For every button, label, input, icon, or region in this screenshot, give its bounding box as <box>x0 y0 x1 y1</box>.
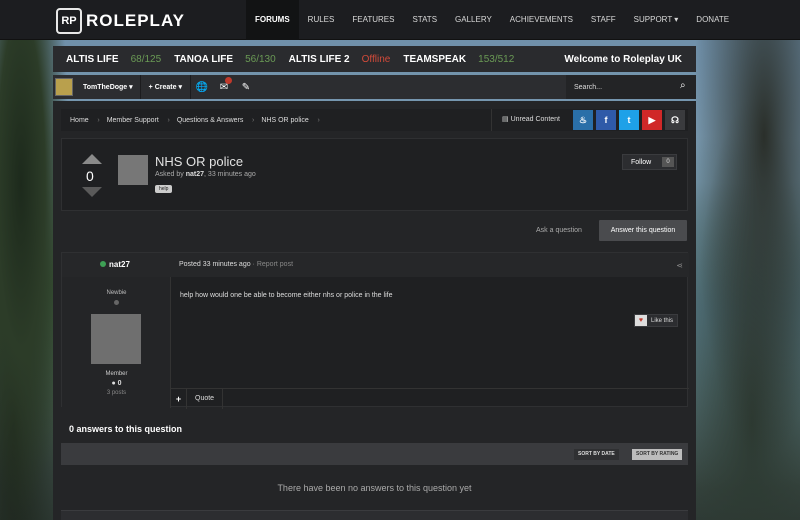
user-avatar[interactable] <box>55 78 73 96</box>
like-label: Like this <box>651 317 674 324</box>
nav-item-support[interactable]: SUPPORT ▾ <box>625 0 688 40</box>
server-tanoa-life[interactable]: TANOA LIFE 56/130 <box>161 54 275 65</box>
follow-button[interactable]: Follow 0 <box>622 154 677 170</box>
breadcrumb-member-support[interactable]: Member Support <box>98 117 170 124</box>
background-foliage-right <box>680 40 800 520</box>
breadcrumb: Home Member Support Questions & Answers … <box>61 109 688 131</box>
online-status-icon <box>100 261 106 267</box>
vote-count: 0 <box>86 168 94 184</box>
author-reputation: ● 0 <box>111 380 122 387</box>
reply-area-edge <box>61 510 688 520</box>
search-input[interactable]: Search... <box>566 75 696 99</box>
unread-content-link[interactable]: ▤ Unread Content <box>491 109 570 131</box>
nav-item-staff[interactable]: STAFF <box>582 0 625 40</box>
question-post: nat27 Posted 33 minutes ago · Report pos… <box>61 252 689 409</box>
posted-info: Posted 33 minutes ago · Report post <box>179 261 293 268</box>
post-author-avatar[interactable] <box>91 314 141 364</box>
author-post-count: 3 posts <box>106 390 127 396</box>
nav-item-rules[interactable]: RULES <box>299 0 344 40</box>
breadcrumb-current: NHS OR police <box>252 117 320 124</box>
multiquote-plus-icon[interactable]: + <box>171 388 187 409</box>
ask-question-link[interactable]: Ask a question <box>536 227 582 234</box>
headset-icon[interactable]: ☊ <box>665 110 685 130</box>
facebook-icon[interactable]: f <box>596 110 616 130</box>
quote-button[interactable]: Quote <box>187 388 224 409</box>
share-icon[interactable]: ⋖ <box>676 261 683 270</box>
breadcrumb-home[interactable]: Home <box>61 117 99 124</box>
follow-count: 0 <box>662 157 674 167</box>
tag-help[interactable]: help <box>155 185 173 193</box>
nav-item-gallery[interactable]: GALLERY <box>446 0 501 40</box>
server-name: TANOA LIFE <box>174 53 234 65</box>
sort-bar: SORT BY DATE SORT BY RATING <box>61 443 688 465</box>
author-info-panel: Newbie Member ● 0 3 posts <box>62 277 171 408</box>
folder-icon: ▤ <box>502 116 511 123</box>
main-panel: Home Member Support Questions & Answers … <box>53 101 696 520</box>
author-group: Member <box>105 371 128 377</box>
follow-label: Follow <box>631 158 652 166</box>
question-header: 0 NHS OR police Asked by nat27, 33 minut… <box>61 138 688 211</box>
sort-by-rating-button[interactable]: SORT BY RATING <box>632 449 683 460</box>
server-offline-status: Offline <box>361 53 391 65</box>
posted-time: Posted 33 minutes ago <box>179 261 251 268</box>
like-button[interactable]: ♥ Like this <box>634 314 678 327</box>
sort-by-date-button[interactable]: SORT BY DATE <box>574 449 619 460</box>
welcome-message: Welcome to Roleplay UK <box>564 53 682 65</box>
answer-question-button[interactable]: Answer this question <box>599 220 687 241</box>
server-status-bar: ALTIS LIFE 68/125 TANOA LIFE 56/130 ALTI… <box>53 46 696 72</box>
nav-menu: FORUMS RULES FEATURES STATS GALLERY ACHI… <box>246 0 738 40</box>
globe-icon[interactable]: 🌐 <box>191 82 213 93</box>
author-rank: Newbie <box>106 290 127 296</box>
server-teamspeak[interactable]: TEAMSPEAK 153/512 <box>390 54 514 65</box>
logo-text: ROLEPLAY <box>86 11 186 30</box>
post-content: help how would one be able to become eit… <box>180 292 393 299</box>
unread-label: Unread Content <box>510 116 560 123</box>
top-navigation: RP ROLEPLAY FORUMS RULES FEATURES STATS … <box>0 0 800 40</box>
asked-time: , 33 minutes ago <box>204 171 256 178</box>
post-author-link[interactable]: nat27 <box>109 260 130 269</box>
report-post-link[interactable]: · Report post <box>251 261 293 268</box>
server-player-count: 68/125 <box>130 53 162 65</box>
user-menu[interactable]: TomTheDoge ▾ <box>73 83 140 91</box>
page-title: NHS OR police <box>155 154 244 169</box>
user-bar: TomTheDoge ▾ + Create ▾ 🌐 ✉ ✎ Search... … <box>53 75 696 99</box>
author-avatar[interactable] <box>118 155 148 185</box>
server-player-count: 153/512 <box>478 53 515 65</box>
asked-user-link[interactable]: nat27 <box>186 171 204 178</box>
breadcrumb-questions-answers[interactable]: Questions & Answers <box>168 117 254 124</box>
server-altis-life-2[interactable]: ALTIS LIFE 2 Offline <box>276 54 391 65</box>
nav-item-donate[interactable]: DONATE <box>687 0 738 40</box>
empty-answers-message: There have been no answers to this quest… <box>277 483 472 493</box>
server-altis-life[interactable]: ALTIS LIFE 68/125 <box>53 54 161 65</box>
nav-item-achievements[interactable]: ACHIEVEMENTS <box>501 0 582 40</box>
twitter-icon[interactable]: t <box>619 110 639 130</box>
heart-icon: ♥ <box>635 315 647 326</box>
upvote-arrow-icon[interactable] <box>82 154 102 164</box>
site-logo[interactable]: RP ROLEPLAY <box>56 8 185 34</box>
answers-heading: 0 answers to this question <box>69 424 183 434</box>
server-player-count: 56/130 <box>245 53 276 65</box>
steam-icon[interactable]: ♨ <box>573 110 593 130</box>
youtube-icon[interactable]: ▶ <box>642 110 662 130</box>
nav-item-stats[interactable]: STATS <box>403 0 446 40</box>
nav-item-features[interactable]: FEATURES <box>343 0 403 40</box>
notification-badge <box>224 76 232 84</box>
nav-item-forums[interactable]: FORUMS <box>246 0 299 40</box>
server-name: ALTIS LIFE 2 <box>288 53 350 65</box>
asked-by: Asked by nat27, 33 minutes ago <box>155 171 256 178</box>
server-name: ALTIS LIFE <box>66 53 119 65</box>
create-menu[interactable]: + Create ▾ <box>141 83 190 91</box>
rank-icon <box>114 300 119 305</box>
asked-prefix: Asked by <box>155 171 186 178</box>
brush-icon[interactable]: ✎ <box>235 82 257 93</box>
server-name: TEAMSPEAK <box>403 53 467 65</box>
search-icon[interactable]: ⌕ <box>680 80 690 91</box>
inbox-icon[interactable]: ✉ <box>213 76 235 93</box>
post-header: nat27 Posted 33 minutes ago · Report pos… <box>62 253 689 277</box>
downvote-arrow-icon[interactable] <box>82 187 102 197</box>
logo-mark: RP <box>56 8 82 34</box>
post-actions: + Quote <box>171 388 689 409</box>
